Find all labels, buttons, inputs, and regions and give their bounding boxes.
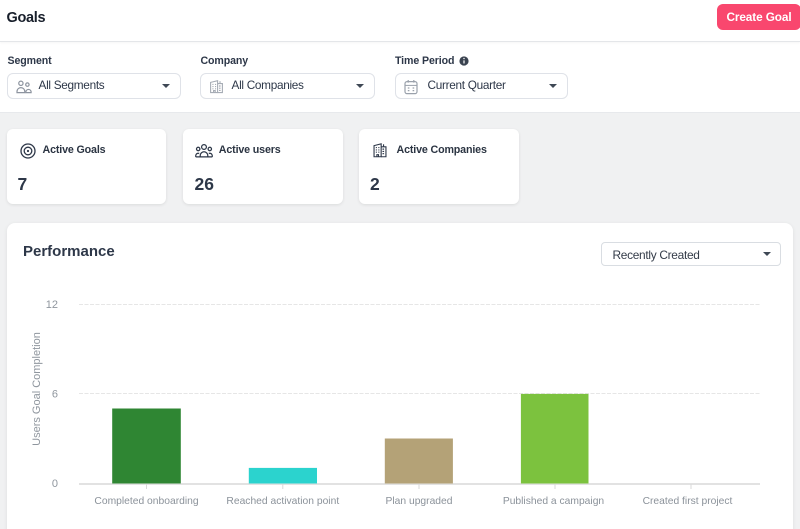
- svg-text:Published a campaign: Published a campaign: [503, 496, 605, 507]
- svg-text:Users Goal Completion: Users Goal Completion: [31, 332, 43, 446]
- svg-text:0: 0: [52, 478, 58, 490]
- svg-text:12: 12: [46, 299, 58, 311]
- svg-text:Plan upgraded: Plan upgraded: [386, 496, 453, 507]
- svg-text:Completed onboarding: Completed onboarding: [94, 496, 198, 507]
- svg-text:6: 6: [52, 389, 58, 401]
- svg-text:Created first project: Created first project: [643, 496, 733, 507]
- svg-text:Reached activation point: Reached activation point: [226, 496, 339, 507]
